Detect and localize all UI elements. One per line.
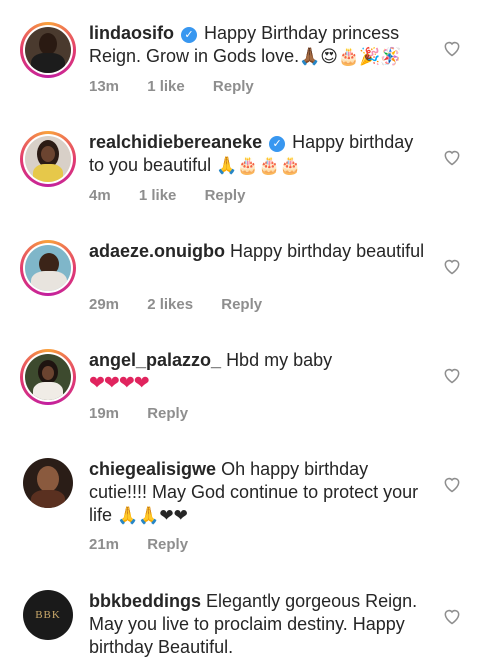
comment-text: Hbd my baby [226,350,333,370]
avatar[interactable] [20,131,76,187]
like-heart-icon[interactable] [442,474,462,494]
avatar[interactable] [20,349,76,405]
verified-badge-icon: ✓ [181,27,198,43]
comment-meta: 4m 1 like Reply [89,187,269,204]
comment-meta: 21m Reply [89,536,212,553]
avatar[interactable] [20,22,76,78]
comment-time: 21m [89,536,120,553]
comment-meta: 13m 1 like Reply [89,78,278,95]
comment-emoji: ❤❤❤❤ [89,373,150,394]
comment-time: 19m [89,405,120,422]
reply-button[interactable]: Reply [221,296,262,313]
comment-time: 29m [89,296,120,313]
like-heart-icon[interactable] [442,38,462,58]
verified-badge-icon: ✓ [269,136,286,152]
avatar-logo-text: BBK [35,609,61,621]
comment-time: 13m [89,78,120,95]
comment-username[interactable]: adaeze.onuigbo [89,241,225,261]
comment-emoji: 🙏🎂🎂🎂 [216,156,301,176]
comment-time: 4m [89,187,111,204]
avatar[interactable] [20,240,76,296]
comment-text: Happy birthday beautiful [230,241,425,261]
comment-text-block: bbkbeddings Elegantly gorgeous Reign. Ma… [89,590,429,659]
like-heart-icon[interactable] [442,606,462,626]
reply-button[interactable]: Reply [147,405,188,422]
comment-likes[interactable]: 1 like [147,78,185,95]
comment-meta: 19m Reply [89,405,212,422]
comment-text-block: lindaosifo ✓ Happy Birthday princess Rei… [89,22,429,69]
like-heart-icon[interactable] [442,365,462,385]
like-heart-icon[interactable] [442,256,462,276]
comment-username[interactable]: chiegealisigwe [89,459,216,479]
comment-emoji: 🙏🏾😍🎂🎉🪅 [299,47,402,67]
comment-likes[interactable]: 1 like [139,187,177,204]
avatar[interactable] [23,458,79,514]
comment-text-block: angel_palazzo_ Hbd my baby ❤❤❤❤ [89,349,429,395]
comment-username[interactable]: realchidiebereaneke [89,132,262,152]
like-heart-icon[interactable] [442,147,462,167]
comment-text-block: chiegealisigwe Oh happy birthday cutie!!… [89,458,429,528]
reply-button[interactable]: Reply [213,78,254,95]
comment-meta: 29m 2 likes Reply [89,296,286,313]
comment-username[interactable]: bbkbeddings [89,591,201,611]
comment-likes[interactable]: 2 likes [147,296,193,313]
comment-text-block: realchidiebereaneke ✓ Happy birthday to … [89,131,429,178]
comment-username[interactable]: lindaosifo [89,23,174,43]
comment-username[interactable]: angel_palazzo_ [89,350,221,370]
avatar[interactable]: BBK [23,590,79,646]
reply-button[interactable]: Reply [205,187,246,204]
comment-emoji: 🙏🙏❤❤ [117,506,188,526]
reply-button[interactable]: Reply [147,536,188,553]
comment-text-block: adaeze.onuigbo Happy birthday beautiful [89,240,429,263]
